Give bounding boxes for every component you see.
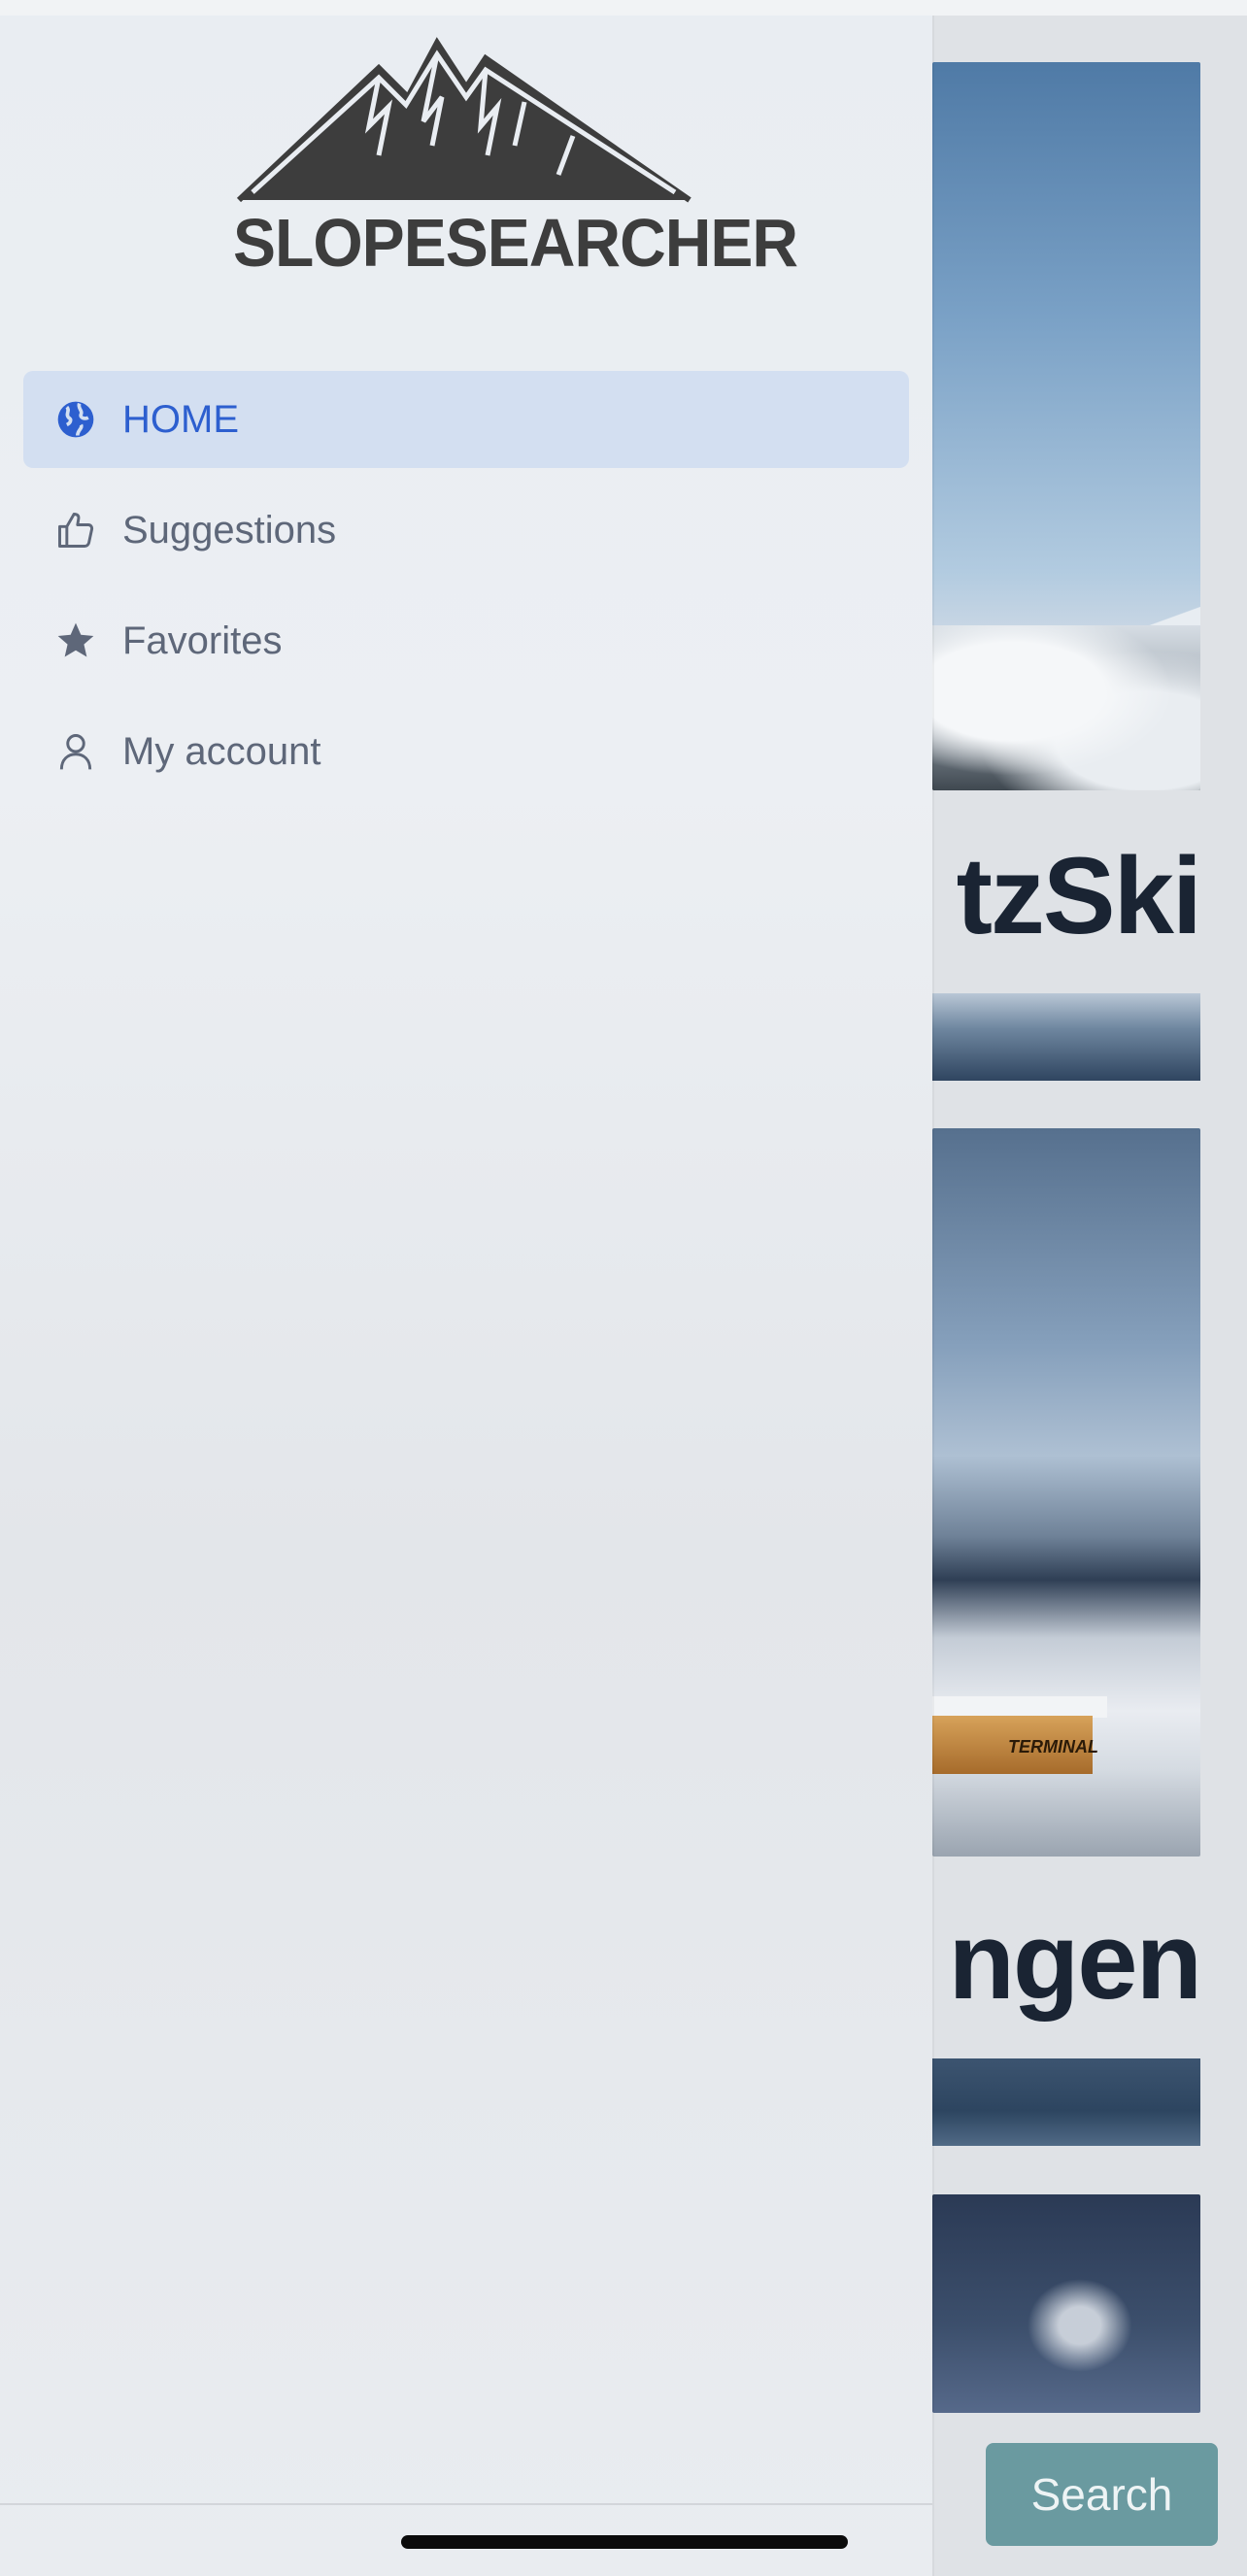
menu-item-label: My account (122, 729, 321, 773)
mountain-logo-icon (236, 37, 691, 203)
globe-icon (51, 394, 101, 445)
home-indicator[interactable] (401, 2535, 848, 2549)
menu-item-my-account[interactable]: My account (23, 703, 909, 800)
menu-item-home[interactable]: HOME (23, 371, 909, 468)
logo-wordmark: SLOPESEARCHER (233, 205, 798, 281)
search-button[interactable]: Search (986, 2443, 1218, 2546)
app-logo: SLOPESEARCHER (233, 29, 798, 282)
terminal-roof (932, 1696, 1107, 1718)
user-icon (51, 726, 101, 777)
thumbs-up-icon (51, 505, 101, 555)
menu-item-label: HOME (122, 397, 239, 441)
drawer-menu: HOME Suggestions Favorites My account (23, 371, 909, 814)
resort-card-title-2[interactable]: ngen (948, 1898, 1202, 2024)
status-bar-area (0, 0, 1247, 16)
snow-slope (932, 625, 1200, 790)
menu-item-favorites[interactable]: Favorites (23, 592, 909, 689)
resort-card-title-1[interactable]: tzSki (957, 833, 1202, 958)
resort-card-image-strip-2 (932, 2058, 1200, 2146)
menu-item-suggestions[interactable]: Suggestions (23, 482, 909, 579)
drawer-divider (0, 2503, 932, 2505)
resort-card-image-1[interactable] (932, 62, 1200, 790)
terminal-sign: TERMINAL (1008, 1737, 1098, 1756)
resort-card-image-2[interactable]: TERMINAL (932, 1128, 1200, 1857)
resort-card-image-strip-1 (932, 993, 1200, 1081)
menu-item-label: Suggestions (122, 508, 337, 552)
star-icon (51, 616, 101, 666)
menu-item-label: Favorites (122, 619, 283, 662)
terminal-building: TERMINAL (932, 1716, 1098, 1774)
navigation-drawer: SLOPESEARCHER HOME Suggestions Favorites (0, 16, 932, 2576)
resort-card-image-3[interactable] (932, 2194, 1200, 2413)
